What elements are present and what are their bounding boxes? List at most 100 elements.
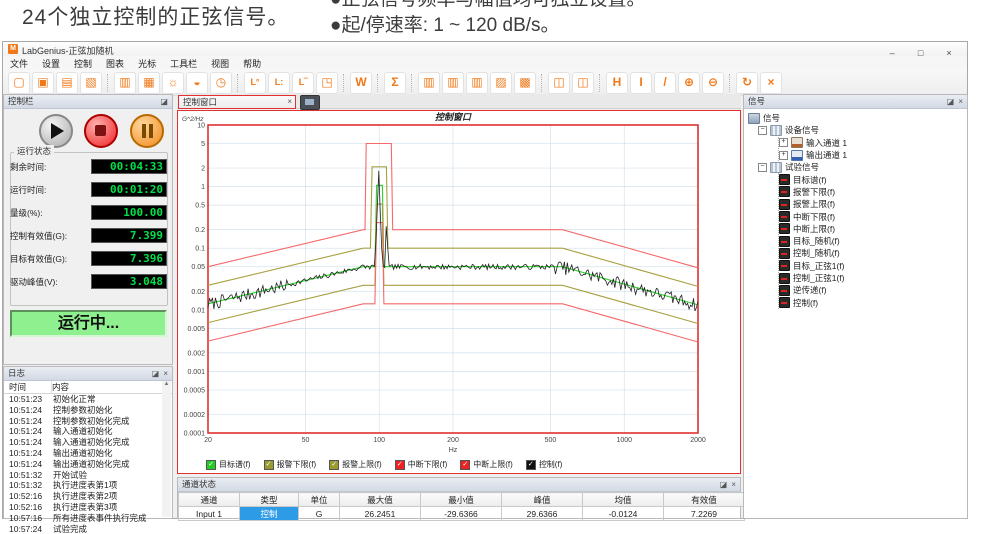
stop-button[interactable] bbox=[84, 114, 118, 148]
tree-toggle-icon[interactable]: + bbox=[779, 151, 788, 160]
sum-button[interactable]: Σ bbox=[384, 72, 406, 94]
cursor-L0-button[interactable]: L° bbox=[244, 72, 266, 94]
log-row[interactable]: 10:51:24控制参数初始化完成 bbox=[4, 416, 172, 427]
tree-item-目标_正弦1(f)[interactable]: 目标_正弦1(f) bbox=[779, 260, 967, 272]
log-row[interactable]: 10:57:24试验完成 bbox=[4, 524, 172, 534]
refresh-button[interactable]: ↻ bbox=[736, 72, 758, 94]
open-button[interactable]: ▤ bbox=[56, 72, 78, 94]
cursor-h-button[interactable]: H bbox=[606, 72, 628, 94]
log-row[interactable]: 10:51:24输出通道初始化 bbox=[4, 448, 172, 459]
export-button[interactable]: ▧ bbox=[80, 72, 102, 94]
play-button[interactable] bbox=[39, 114, 73, 148]
save-button[interactable]: ▣ bbox=[32, 72, 54, 94]
tree-toggle-icon[interactable]: − bbox=[758, 126, 767, 135]
tree-item-控制_正弦1(f)[interactable]: 控制_正弦1(f) bbox=[779, 272, 967, 284]
word-report-button[interactable]: W bbox=[350, 72, 372, 94]
cursor-L1-button[interactable]: L: bbox=[268, 72, 290, 94]
cursor-slope-button[interactable]: / bbox=[654, 72, 676, 94]
menu-帮助[interactable]: 帮助 bbox=[236, 57, 268, 70]
channel-row[interactable]: Input 1控制G26.2451-29.636629.6366-0.01247… bbox=[179, 507, 745, 521]
log-row[interactable]: 10:51:23初始化正常 bbox=[4, 394, 172, 405]
legend-checkbox[interactable]: ✓ bbox=[526, 460, 536, 470]
log-row[interactable]: 10:51:32开始试验 bbox=[4, 470, 172, 481]
tree-item-输出通道 1[interactable]: +输出通道 1 bbox=[779, 149, 967, 161]
pin-icon[interactable]: ◪ bbox=[718, 480, 730, 489]
log-row[interactable]: 10:52:16执行进度表第3项 bbox=[4, 502, 172, 513]
legend-item[interactable]: ✓中断下限(f) bbox=[395, 459, 448, 470]
layout-grid-button[interactable]: ◫ bbox=[572, 72, 594, 94]
channel-col-header[interactable]: 通道 bbox=[179, 493, 240, 507]
pause-button[interactable] bbox=[130, 114, 164, 148]
tree-item-控制(f)[interactable]: 控制(f) bbox=[779, 296, 967, 308]
tree-item-控制_随机(f)[interactable]: 控制_随机(f) bbox=[779, 247, 967, 259]
zoom-out-button[interactable]: ⊖ bbox=[702, 72, 724, 94]
control-chart[interactable]: 105210.50.20.10.050.020.010.0050.0020.00… bbox=[178, 111, 740, 457]
menu-设置[interactable]: 设置 bbox=[35, 57, 67, 70]
log-row[interactable]: 10:51:24控制参数初始化 bbox=[4, 405, 172, 416]
menu-工具栏[interactable]: 工具栏 bbox=[163, 57, 204, 70]
legend-checkbox[interactable]: ✓ bbox=[329, 460, 339, 470]
menu-光标[interactable]: 光标 bbox=[131, 57, 163, 70]
log-row[interactable]: 10:52:16执行进度表第2项 bbox=[4, 491, 172, 502]
legend-item[interactable]: ✓目标谱(f) bbox=[206, 459, 251, 470]
close-all-button[interactable]: × bbox=[760, 72, 782, 94]
close-icon[interactable]: × bbox=[161, 369, 170, 378]
transfer-chart-button[interactable]: ▨ bbox=[490, 72, 512, 94]
log-scrollbar[interactable]: ▲ bbox=[162, 381, 171, 517]
pin-icon[interactable]: ◪ bbox=[150, 369, 162, 378]
pin-icon[interactable]: ◪ bbox=[945, 97, 957, 106]
tree-toggle-icon[interactable]: + bbox=[779, 138, 788, 147]
channel-col-header[interactable]: 峰值 bbox=[502, 493, 583, 507]
layout-split-button[interactable]: ◫ bbox=[548, 72, 570, 94]
spectrum-2-button[interactable]: ▥ bbox=[442, 72, 464, 94]
log-row[interactable]: 10:51:24输入通道初始化完成 bbox=[4, 437, 172, 448]
legend-checkbox[interactable]: ✓ bbox=[206, 460, 216, 470]
tree-item-中断上限(f)[interactable]: 中断上限(f) bbox=[779, 223, 967, 235]
tree-root-signals[interactable]: 信号 bbox=[748, 112, 967, 124]
channel-col-header[interactable]: 最小值 bbox=[421, 493, 502, 507]
new-file-button[interactable]: ▢ bbox=[8, 72, 30, 94]
menu-文件[interactable]: 文件 bbox=[3, 57, 35, 70]
legend-checkbox[interactable]: ✓ bbox=[264, 460, 274, 470]
tree-item-中断下限(f)[interactable]: 中断下限(f) bbox=[779, 210, 967, 222]
spectrum-1-button[interactable]: ▥ bbox=[418, 72, 440, 94]
channel-col-header[interactable]: 最大值 bbox=[340, 493, 421, 507]
overlay-button[interactable]: ◳ bbox=[316, 72, 338, 94]
schedule-button[interactable]: ◷ bbox=[210, 72, 232, 94]
legend-item[interactable]: ✓中断上限(f) bbox=[460, 459, 513, 470]
menu-控制[interactable]: 控制 bbox=[67, 57, 99, 70]
tree-group-试验信号[interactable]: −试验信号 bbox=[758, 161, 967, 173]
tab-control-window[interactable]: 控制窗口 × bbox=[178, 95, 296, 109]
close-icon[interactable]: × bbox=[729, 480, 738, 489]
tree-item-报警上限(f)[interactable]: 报警上限(f) bbox=[779, 198, 967, 210]
tree-item-输入通道 1[interactable]: +输入通道 1 bbox=[779, 137, 967, 149]
print-button[interactable]: ▥ bbox=[114, 72, 136, 94]
pin-icon[interactable]: ◪ bbox=[158, 97, 170, 106]
snapshot-button[interactable]: ▦ bbox=[138, 72, 160, 94]
legend-item[interactable]: ✓报警下限(f) bbox=[264, 459, 317, 470]
tree-item-报警下限(f)[interactable]: 报警下限(f) bbox=[779, 186, 967, 198]
settings-button[interactable]: ☼ bbox=[162, 72, 184, 94]
edit-chart-button[interactable]: ▩ bbox=[514, 72, 536, 94]
legend-item[interactable]: ✓报警上限(f) bbox=[329, 459, 382, 470]
log-row[interactable]: 10:51:24输出通道初始化完成 bbox=[4, 459, 172, 470]
menu-视图[interactable]: 视图 bbox=[204, 57, 236, 70]
legend-checkbox[interactable]: ✓ bbox=[395, 460, 405, 470]
channel-col-header[interactable]: 单位 bbox=[299, 493, 340, 507]
legend-item[interactable]: ✓控制(f) bbox=[526, 459, 563, 470]
close-icon[interactable]: × bbox=[956, 97, 965, 106]
menu-图表[interactable]: 图表 bbox=[99, 57, 131, 70]
legend-checkbox[interactable]: ✓ bbox=[460, 460, 470, 470]
display-button[interactable]: ◒ bbox=[186, 72, 208, 94]
tree-item-目标_随机(f)[interactable]: 目标_随机(f) bbox=[779, 235, 967, 247]
tree-group-设备信号[interactable]: −设备信号 bbox=[758, 124, 967, 136]
spectrum-3-button[interactable]: ▥ bbox=[466, 72, 488, 94]
tree-toggle-icon[interactable]: − bbox=[758, 163, 767, 172]
channel-col-header[interactable]: 类型 bbox=[240, 493, 299, 507]
tab-close-icon[interactable]: × bbox=[287, 96, 292, 108]
zoom-in-button[interactable]: ⊕ bbox=[678, 72, 700, 94]
channel-col-header[interactable]: 均值 bbox=[583, 493, 664, 507]
tree-item-目标谱(f)[interactable]: 目标谱(f) bbox=[779, 173, 967, 185]
log-row[interactable]: 10:57:16所有进度表事件执行完成 bbox=[4, 513, 172, 524]
snapshot-button[interactable] bbox=[300, 95, 320, 110]
